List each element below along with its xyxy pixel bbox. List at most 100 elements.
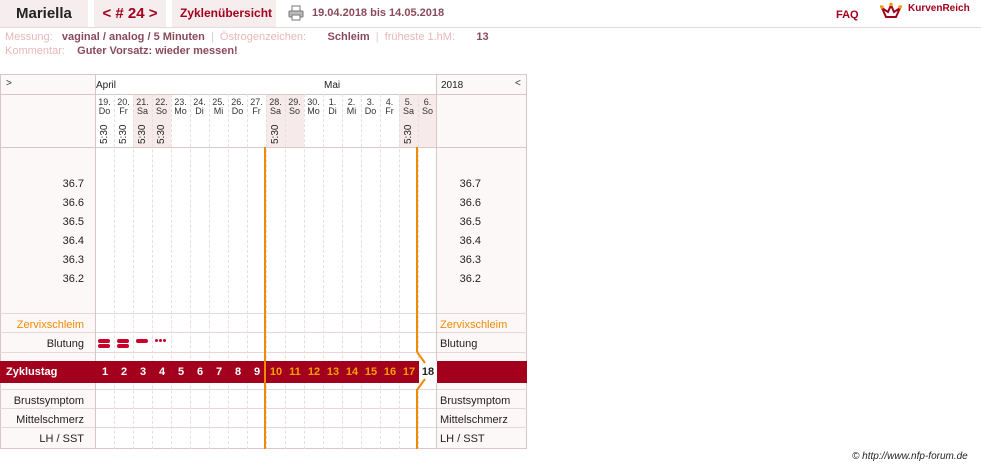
tab-cycle-overview[interactable]: Zyklenübersicht	[172, 0, 276, 27]
grid-column-line	[228, 94, 229, 449]
temperature-tick-right: 36.7	[459, 178, 481, 190]
comment-info: Kommentar: Guter Vorsatz: wieder messen!	[5, 45, 238, 57]
bleeding-heavy-marker	[98, 344, 110, 348]
day-weekday: Fr	[252, 106, 261, 116]
bleeding-label-right: Blutung	[440, 338, 478, 350]
cycle-day-number: 8	[234, 366, 242, 378]
day-weekday: Di	[195, 106, 204, 116]
copyright-text: © http://www.nfp-forum.de	[852, 451, 968, 462]
day-weekday: Sa	[136, 106, 148, 116]
cycle-number: # 24	[115, 5, 145, 22]
bleeding-spotting-marker	[163, 339, 166, 342]
day-weekday: Do	[98, 106, 111, 116]
cycle-navigator: < # 24 >	[94, 0, 166, 27]
day-weekday: Mi	[213, 106, 224, 116]
bleeding-spotting-marker	[155, 339, 158, 342]
day-weekday: Mi	[346, 106, 357, 116]
cycle-day-number: 13	[326, 366, 340, 378]
day-weekday: Mo	[174, 106, 187, 116]
earliest-hm-label: früheste 1.hM:	[384, 31, 456, 43]
temperature-tick-left: 36.5	[62, 216, 84, 228]
temperature-tick-left: 36.4	[62, 235, 84, 247]
temperature-tick-left: 36.3	[62, 254, 84, 266]
next-cycle-button[interactable]: >	[149, 5, 158, 22]
temperature-tick-right: 36.2	[459, 273, 481, 285]
day-weekday: Mo	[307, 106, 320, 116]
cycle-day-number: 7	[215, 366, 223, 378]
cycle-marker-line	[264, 147, 266, 449]
day-weekday: So	[155, 106, 167, 116]
cycle-day-number: 5	[177, 366, 185, 378]
printer-icon[interactable]	[288, 5, 304, 21]
previous-cycle-button[interactable]: <	[102, 5, 111, 22]
measurement-info: Messung: vaginal / analog / 5 Minuten | …	[5, 31, 489, 43]
cycle-day-number: 3	[139, 366, 147, 378]
measurement-time-text: 5:30	[270, 124, 281, 144]
day-weekday: So	[288, 106, 300, 116]
user-name[interactable]: Mariella	[0, 0, 88, 27]
cycle-marker-bend	[416, 351, 426, 391]
bleeding-spotting-marker	[159, 339, 162, 342]
bleeding-heavy-marker	[117, 344, 129, 348]
scroll-left-button[interactable]: >	[6, 78, 12, 89]
cycle-marker-bend-path	[416, 351, 426, 391]
measurement-time: 5:30	[266, 122, 285, 152]
day-weekday: Do	[364, 106, 377, 116]
estrogen-label: Östrogenzeichen:	[219, 31, 307, 43]
measurement-time-text: 5:30	[118, 124, 129, 144]
bleeding-label: Blutung	[46, 338, 84, 350]
temperature-tick-right: 36.5	[459, 216, 481, 228]
day-weekday: Fr	[119, 106, 128, 116]
cycle-day-number: 12	[307, 366, 321, 378]
cycle-day-number: 15	[364, 366, 378, 378]
cycle-day-number: 14	[345, 366, 359, 378]
cycle-day-number: 1	[101, 366, 109, 378]
grid-column-line	[247, 94, 248, 449]
temperature-tick-right: 36.3	[459, 254, 481, 266]
faq-link[interactable]: FAQ	[836, 9, 859, 21]
grid-column-line	[380, 94, 381, 449]
cycle-day-number: 16	[383, 366, 397, 378]
comment-value: Guter Vorsatz: wieder messen!	[77, 45, 238, 57]
scroll-right-button[interactable]: <	[515, 78, 521, 89]
grid-column-line	[209, 94, 210, 449]
grid-column-line	[323, 94, 324, 449]
grid-column-line	[171, 94, 172, 449]
temperature-tick-left: 36.6	[62, 197, 84, 209]
measurement-time: 5:30	[152, 122, 171, 152]
info-separator: |	[375, 31, 379, 43]
grid-column-line	[190, 94, 191, 449]
crown-logo-icon[interactable]	[880, 2, 902, 22]
measurement-time: 5:30	[114, 122, 133, 152]
grid-column-line	[418, 94, 419, 449]
lh-test-label: LH / SST	[39, 433, 84, 445]
breast-symptom-label-right: Brustsymptom	[440, 395, 511, 407]
cycle-day-number: 11	[289, 366, 301, 378]
comment-label: Kommentar:	[5, 45, 65, 57]
cervical-mucus-label: Zervixschleim	[16, 319, 84, 331]
day-weekday: Di	[328, 106, 337, 116]
day-weekday: Sa	[402, 106, 414, 116]
bleeding-heavy-marker	[117, 339, 129, 343]
day-weekday: So	[421, 106, 433, 116]
temperature-tick-right: 36.4	[459, 235, 481, 247]
grid-column-line	[361, 94, 362, 449]
month-label-mai: Mai	[324, 80, 341, 91]
temperature-tick-left: 36.2	[62, 273, 84, 285]
measurement-label: Messung:	[5, 31, 53, 43]
info-separator: |	[210, 31, 214, 43]
temperature-tick-left: 36.7	[62, 178, 84, 190]
brand-name[interactable]: KurvenReich	[908, 3, 970, 14]
cycle-day-number: 6	[196, 366, 204, 378]
grid-frame-line	[436, 74, 437, 449]
cycle-marker-line	[416, 147, 418, 352]
cervical-mucus-label-right: Zervixschleim	[440, 319, 508, 331]
measurement-time: 5:30	[95, 122, 114, 152]
estrogen-value: Schleim	[327, 31, 370, 43]
year-label: 2018	[441, 80, 464, 91]
measurement-time-text: 5:30	[99, 124, 110, 144]
cycle-marker-line	[416, 389, 418, 449]
breast-symptom-label: Brustsymptom	[13, 395, 84, 407]
grid-column-line	[342, 94, 343, 449]
grid-row-line	[0, 74, 527, 75]
